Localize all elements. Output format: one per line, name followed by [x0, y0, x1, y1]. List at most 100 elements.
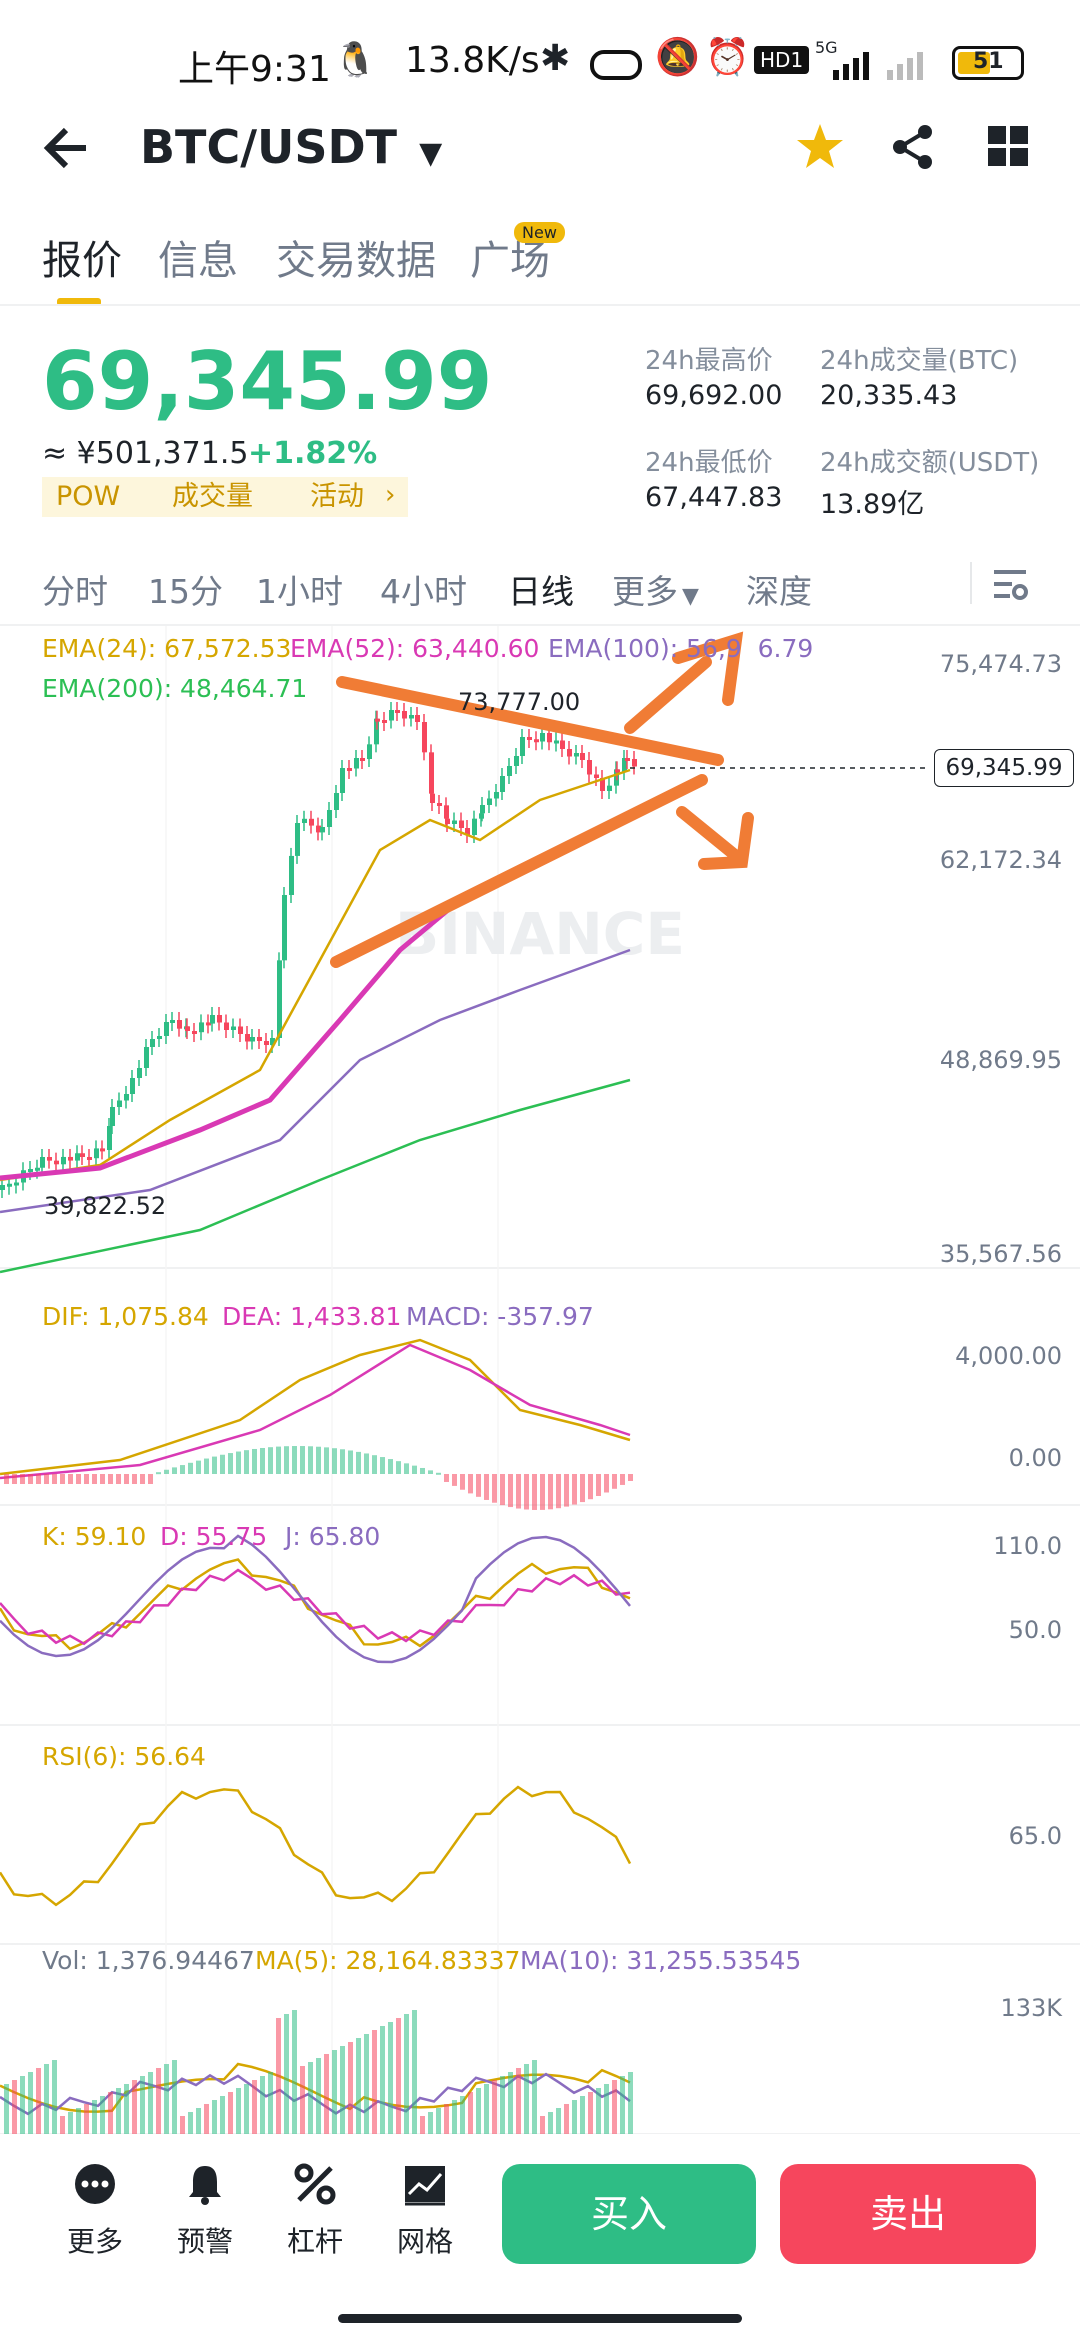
candle-body	[75, 1153, 80, 1161]
volume-bar	[156, 2068, 161, 2134]
sell-button[interactable]: 卖出	[780, 2164, 1036, 2264]
candle-body	[367, 744, 372, 759]
macd-histogram-bar	[220, 1454, 225, 1474]
volume-bar	[228, 2092, 233, 2134]
volume-bar	[148, 2072, 153, 2134]
grid-bot-button[interactable]: 网格	[380, 2162, 470, 2260]
interval-15m[interactable]: 15分	[148, 565, 223, 613]
kline-chart[interactable]: BINANCE	[0, 626, 1080, 2136]
volume-bar	[436, 2108, 441, 2134]
macd-histogram-bar	[620, 1474, 625, 1485]
candle-body	[560, 740, 565, 749]
ema24-label: EMA(24): 67,572.53	[42, 634, 292, 663]
status-bar: 上午9:31 🐧 13.8K/s ✱ 🔕 ⏰ HD1 5G 51	[0, 0, 1080, 120]
candle-body	[480, 805, 485, 814]
candle-body	[192, 1031, 197, 1034]
candle-body	[320, 827, 325, 833]
macd-histogram-bar	[292, 1446, 297, 1474]
share-button[interactable]	[890, 124, 936, 174]
ema200-line	[0, 1078, 631, 1274]
candle-body	[500, 776, 505, 792]
layout-button[interactable]	[988, 126, 1030, 172]
interval-more[interactable]: 更多 ▼	[612, 565, 699, 613]
high-label: 24h最高价	[645, 346, 773, 376]
candle-body	[210, 1015, 215, 1024]
pair-selector[interactable]: BTC/USDT ▼	[140, 120, 442, 174]
volume-bar	[308, 2062, 313, 2134]
candle-body	[94, 1148, 99, 1159]
candle-body	[87, 1157, 92, 1160]
volume-bar	[284, 2014, 289, 2134]
share-icon	[893, 125, 932, 169]
macd-histogram-bar	[308, 1446, 313, 1474]
back-button[interactable]	[40, 118, 100, 178]
buy-button[interactable]: 买入	[502, 2164, 756, 2264]
macd-histogram-bar	[436, 1472, 441, 1475]
tab-trading-data[interactable]: 交易数据	[276, 228, 436, 286]
candle-body	[472, 818, 477, 835]
volume-bar	[108, 2092, 113, 2134]
macd-histogram-bar	[596, 1474, 601, 1496]
macd-histogram-bar	[124, 1474, 129, 1484]
macd-histogram-bar	[516, 1474, 521, 1509]
tag-activity[interactable]: 活动	[296, 477, 378, 517]
candle-body	[231, 1026, 236, 1030]
macd-dif-label: DIF: 1,075.84	[42, 1302, 209, 1331]
favorite-button[interactable]	[795, 122, 845, 176]
candle-body	[452, 820, 457, 824]
candle-body	[35, 1167, 40, 1171]
axis-label: 75,474.73	[939, 650, 1062, 678]
chart-settings-button[interactable]	[990, 564, 1030, 604]
qq-icon: 🐧	[334, 40, 377, 80]
volume-bar	[276, 2018, 281, 2134]
candle-body	[334, 793, 339, 810]
percent-icon	[294, 2163, 336, 2205]
ema24-line	[0, 768, 631, 1182]
volume-bar	[132, 2080, 137, 2134]
axis-label: 0.00	[1008, 1444, 1062, 1472]
macd-histogram-bar	[564, 1474, 569, 1507]
tag-pow[interactable]: POW	[42, 477, 135, 517]
tab-quote[interactable]: 报价	[42, 228, 122, 286]
axis-label: 133K	[1000, 1994, 1062, 2022]
candle-body	[282, 895, 287, 961]
volume-bar	[428, 2112, 433, 2134]
candle-body	[157, 1036, 162, 1039]
interval-1h[interactable]: 1小时	[256, 565, 343, 613]
macd-histogram-bar	[484, 1474, 489, 1500]
grid-icon	[988, 126, 1028, 166]
macd-histogram-bar	[204, 1458, 209, 1474]
volume-bar	[100, 2096, 105, 2134]
macd-histogram-bar	[364, 1453, 369, 1474]
candle-body	[327, 810, 332, 827]
volume-bar	[468, 2092, 473, 2134]
interval-timeshare[interactable]: 分时	[42, 565, 108, 613]
macd-histogram-bar	[60, 1474, 65, 1484]
more-button[interactable]: 更多	[50, 2162, 140, 2260]
axis-label: 50.0	[1008, 1616, 1062, 1644]
low-price-label: 39,822.52	[44, 1192, 167, 1220]
leverage-button[interactable]: 杠杆	[270, 2162, 360, 2260]
vol-usdt-value: 13.89亿	[820, 489, 925, 520]
battery-icon: 51	[952, 46, 1024, 80]
caret-down-icon: ▼	[419, 136, 443, 171]
interval-1d[interactable]: 日线	[508, 565, 574, 613]
candle-body	[494, 792, 499, 799]
interval-depth[interactable]: 深度	[746, 565, 812, 613]
interval-4h[interactable]: 4小时	[380, 565, 467, 613]
volume-bar	[36, 2068, 41, 2134]
tag-volume[interactable]: 成交量	[158, 477, 267, 517]
pair-title: BTC/USDT	[140, 120, 398, 174]
alert-button[interactable]: 预警	[160, 2162, 250, 2260]
tab-info[interactable]: 信息	[158, 228, 238, 286]
candle-body	[409, 715, 414, 719]
candle-body	[199, 1022, 204, 1033]
macd-histogram-bar	[316, 1446, 321, 1474]
macd-histogram-bar	[188, 1462, 193, 1474]
volume-bar	[212, 2100, 217, 2134]
macd-histogram-bar	[412, 1465, 417, 1474]
macd-histogram-bar	[444, 1474, 449, 1482]
chart-grid	[0, 626, 1080, 2135]
peak-price-label: 73,777.00	[458, 688, 581, 716]
candle-body	[507, 766, 512, 776]
